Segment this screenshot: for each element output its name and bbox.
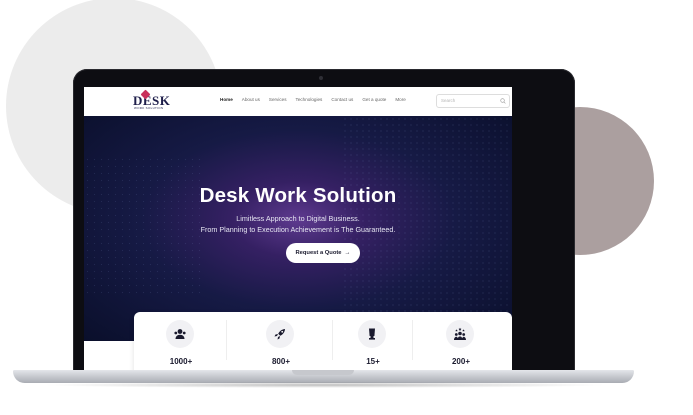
nav-item-contact[interactable]: Contact us [331,97,353,102]
stat-divider [332,320,333,360]
search-input[interactable]: Search [436,94,510,108]
nav-item-home[interactable]: Home [220,97,233,102]
nav-item-technologies[interactable]: Technologies [296,97,323,102]
stat-value: 200+ [451,357,471,366]
nav-item-about[interactable]: About us [242,97,260,102]
hero-title: Desk Work Solution [199,184,397,207]
stats-card: 1000+ 800+ 15+ 200+ [134,312,512,370]
team-stars-icon [454,327,466,340]
stat-team: 200+ [426,320,496,370]
nav-item-get-quote[interactable]: Get a quote [362,97,386,102]
stat-users: 1000+ [146,320,216,370]
laptop-notch [292,370,354,375]
site-navbar: DESK WORK SOLUTION Home About us Service… [84,87,512,116]
nav-item-services[interactable]: Services [269,97,287,102]
arrow-right-icon: → [344,250,351,256]
stat-value: 800+ [271,357,291,366]
stat-divider [412,320,413,360]
stat-divider [226,320,227,360]
stat-projects: 800+ [246,320,316,370]
stat-value: 1000+ [169,357,193,366]
site-logo[interactable]: DESK WORK SOLUTION [133,89,173,111]
nav-menu: Home About us Services Technologies Cont… [220,97,415,102]
search-icon[interactable] [500,98,506,104]
camera-dot [319,76,323,80]
users-icon [174,329,186,339]
hero-section: Desk Work Solution Limitless Approach to… [84,116,512,341]
laptop-shadow [40,382,608,388]
logo-subtitle: WORK SOLUTION [134,106,164,110]
request-quote-label: Request a Quote [295,250,342,256]
nav-item-more[interactable]: More [395,97,405,102]
hero-subtitle-line1: Limitless Approach to Digital Business. [236,214,360,223]
laptop-frame: DESK WORK SOLUTION Home About us Service… [73,69,575,374]
hero-subtitle-line2: From Planning to Execution Achievement i… [200,225,396,234]
request-quote-button[interactable]: Request a Quote → [286,243,360,263]
stat-years: 15+ [338,320,408,370]
stat-value: 15+ [366,357,380,366]
search-placeholder: Search [441,98,456,103]
website-screen: DESK WORK SOLUTION Home About us Service… [84,87,512,370]
trophy-icon [369,328,375,340]
rocket-icon [274,329,285,340]
